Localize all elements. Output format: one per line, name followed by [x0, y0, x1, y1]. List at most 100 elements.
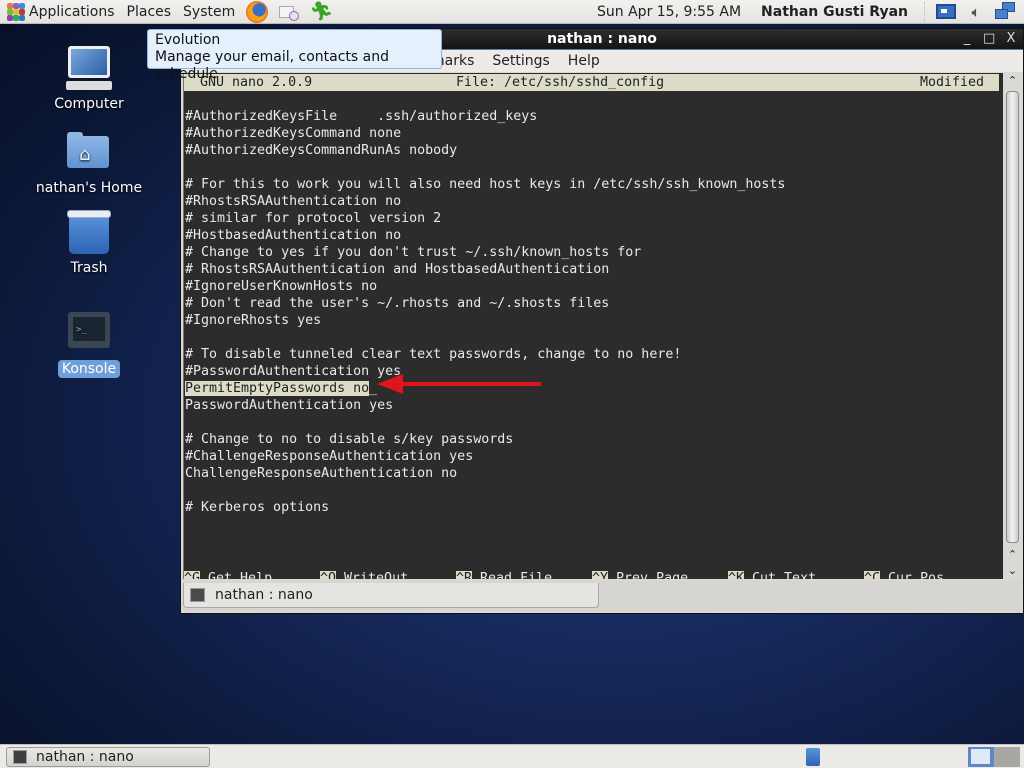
- applications-menu-label: Applications: [29, 3, 115, 20]
- nano-line: #IgnoreRhosts yes: [185, 313, 322, 328]
- tooltip-description: Manage your email, contacts and schedule: [155, 49, 389, 82]
- top-panel: Applications Places System 🏃︎ Sun Apr 15…: [0, 0, 1024, 24]
- applications-menu[interactable]: Applications: [0, 0, 121, 24]
- shortcut-key: ^K: [728, 571, 745, 579]
- maximize-button[interactable]: □: [983, 31, 995, 46]
- desktop-icon-trash[interactable]: Trash: [29, 210, 149, 276]
- shortcut-key: ^R: [456, 571, 473, 579]
- terminal-icon: [190, 588, 205, 602]
- volume-icon: 🔈︎: [971, 2, 981, 21]
- nano-shortcut: ^C Cur Pos: [864, 570, 944, 579]
- tray-separator: [924, 1, 926, 22]
- places-menu[interactable]: Places: [121, 0, 178, 24]
- nano-line: ChallengeResponseAuthentication no: [185, 466, 458, 481]
- desktop-icon-label: Computer: [54, 96, 124, 112]
- konsole-window: nathan : nano _ □ X marks Settings Help …: [180, 28, 1024, 614]
- taskbar-button-label: nathan : nano: [36, 749, 134, 765]
- computer-icon: [66, 46, 112, 92]
- evolution-tooltip: Evolution Manage your email, contacts an…: [147, 29, 442, 82]
- nano-line: # Don't read the user's ~/.rhosts and ~/…: [185, 296, 610, 311]
- nano-line: [184, 414, 1003, 431]
- nano-line: # For this to work you will also need ho…: [185, 177, 786, 192]
- nano-line: #AuthorizedKeysCommandRunAs nobody: [185, 143, 458, 158]
- nano-line: #AuthorizedKeysFile .ssh/authorized_keys: [185, 109, 538, 124]
- nano-line: # Kerberos options: [185, 500, 330, 515]
- shortcut-label: Read File: [480, 571, 553, 579]
- scroll-down-arrow-icon[interactable]: ⌄: [1004, 563, 1021, 579]
- evolution-launcher[interactable]: [277, 1, 301, 23]
- menu-help[interactable]: Help: [559, 53, 609, 69]
- nano-line: #RhostsRSAAuthentication no: [185, 194, 402, 209]
- display-tray[interactable]: [934, 1, 958, 23]
- nano-line: [184, 329, 1003, 346]
- tooltip-title: Evolution: [155, 32, 221, 48]
- desktop-icon-label: Konsole: [57, 360, 121, 378]
- display-icon: [936, 4, 956, 19]
- nano-buffer[interactable]: #AuthorizedKeysFile .ssh/authorized_keys…: [184, 91, 1003, 516]
- nano-line: PasswordAuthentication yes: [185, 398, 394, 413]
- running-man-icon: 🏃︎: [309, 1, 333, 22]
- session-tab-label: nathan : nano: [215, 587, 313, 603]
- konsole-icon: >_: [66, 310, 112, 356]
- menu-settings[interactable]: Settings: [483, 53, 558, 69]
- trash-icon: [66, 210, 112, 256]
- desktop-icon-label: nathan's Home: [35, 180, 143, 196]
- bottom-panel: nathan : nano: [0, 744, 1024, 768]
- shortcut-label: WriteOut: [344, 571, 409, 579]
- nano-shortcut: ^K Cut Text: [728, 570, 816, 579]
- nano-line: # RhostsRSAAuthentication and HostbasedA…: [185, 262, 610, 277]
- nano-line: [184, 482, 1003, 499]
- network-tray[interactable]: [994, 1, 1018, 23]
- clock[interactable]: Sun Apr 15, 9:55 AM: [597, 4, 741, 20]
- window-title: nathan : nano: [547, 31, 657, 47]
- nano-line: #AuthorizedKeysCommand none: [185, 126, 402, 141]
- workspace-switcher[interactable]: [968, 747, 1020, 767]
- nano-line: #ChallengeResponseAuthentication yes: [185, 449, 474, 464]
- firefox-launcher[interactable]: [245, 0, 269, 23]
- user-switcher[interactable]: Nathan Gusti Ryan: [761, 4, 908, 20]
- nano-line: #HostbasedAuthentication no: [185, 228, 402, 243]
- workspace-1[interactable]: [968, 747, 994, 767]
- session-tab[interactable]: nathan : nano: [183, 583, 599, 608]
- terminal-area[interactable]: GNU nano 2.0.9 File: /etc/ssh/sshd_confi…: [183, 73, 1003, 579]
- volume-tray[interactable]: 🔈︎: [964, 1, 988, 23]
- shortcut-key: ^Y: [592, 571, 609, 579]
- terminal-icon: [13, 750, 27, 764]
- nano-line: PermitEmptyPasswords no_: [184, 380, 1003, 397]
- scrollbar-thumb[interactable]: [1006, 91, 1019, 543]
- shortcut-key: ^C: [864, 571, 881, 579]
- selected-text: PermitEmptyPasswords no: [185, 381, 370, 396]
- nano-shortcut: ^Y Prev Page: [592, 570, 688, 579]
- desktop-icon-label: Trash: [70, 260, 108, 276]
- scroll-up-arrow-icon[interactable]: ⌃: [1004, 73, 1021, 89]
- nano-line: [184, 91, 1003, 108]
- nano-shortcuts: ^G Get Help ^O WriteOut ^R Read File ^Y Pre…: [184, 570, 1003, 579]
- shortcut-label: Cut Text: [752, 571, 817, 579]
- nano-line: # similar for protocol version 2: [185, 211, 442, 226]
- nano-line: # Change to no to disable s/key password…: [185, 432, 514, 447]
- trash-icon[interactable]: [806, 748, 820, 766]
- firefox-icon: [246, 0, 269, 23]
- shortcut-label: Cur Pos: [888, 571, 945, 579]
- nano-line: [184, 159, 1003, 176]
- distro-logo-icon: [7, 2, 25, 21]
- nano-line: #IgnoreUserKnownHosts no: [185, 279, 378, 294]
- nano-filename: File: /etc/ssh/sshd_config: [456, 75, 665, 90]
- vertical-scrollbar[interactable]: ⌃ ⌃ ⌄: [1004, 73, 1021, 579]
- shortcut-label: Prev Page: [616, 571, 689, 579]
- run-launcher[interactable]: 🏃︎: [309, 1, 333, 23]
- taskbar-button-nano[interactable]: nathan : nano: [6, 747, 210, 767]
- shortcut-key: ^G: [184, 571, 201, 579]
- close-button[interactable]: X: [1005, 31, 1017, 46]
- nano-shortcut: ^G Get Help: [184, 570, 272, 579]
- desktop-icon-konsole[interactable]: >_ Konsole: [29, 310, 149, 378]
- desktop-icon-home[interactable]: ⌂ nathan's Home: [29, 130, 149, 196]
- shortcut-key: ^O: [320, 571, 337, 579]
- session-tabbar: nathan : nano: [183, 581, 1021, 611]
- desktop-icon-computer[interactable]: Computer: [29, 46, 149, 112]
- nano-modified-status: Modified: [920, 75, 985, 90]
- system-menu[interactable]: System: [177, 0, 241, 24]
- scroll-up-arrow-icon[interactable]: ⌃: [1004, 547, 1021, 563]
- minimize-button[interactable]: _: [961, 31, 973, 46]
- evolution-icon: [279, 3, 300, 21]
